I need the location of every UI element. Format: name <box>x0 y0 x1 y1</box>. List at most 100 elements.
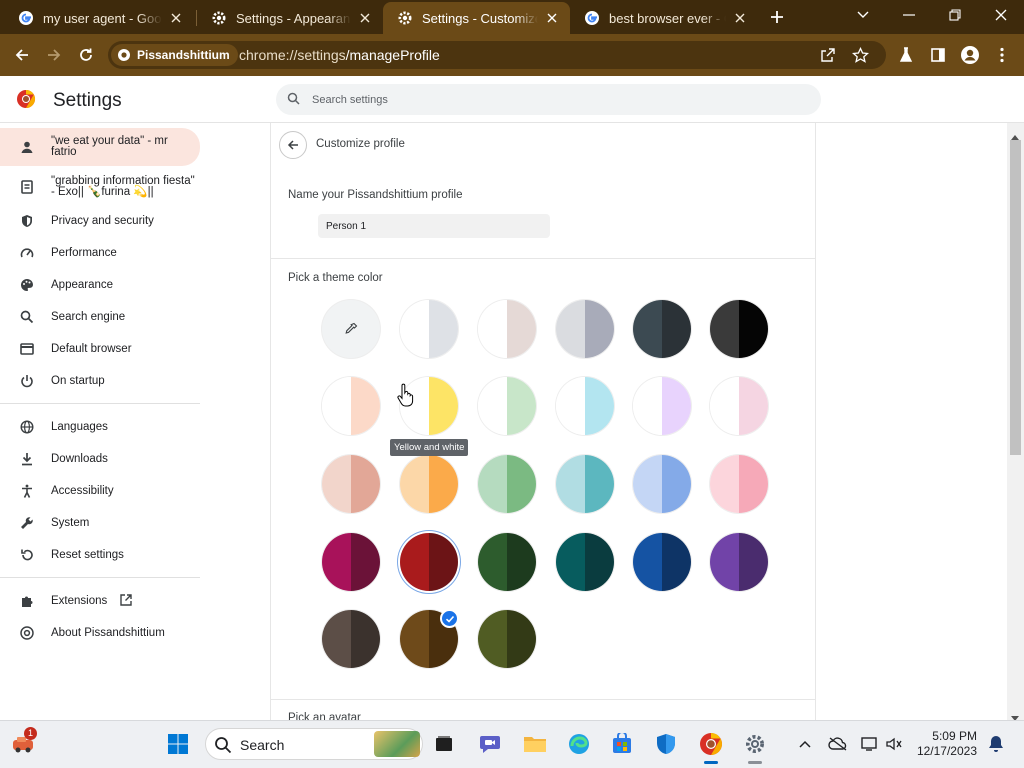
settings-taskbar-button[interactable] <box>742 731 768 757</box>
sidebar-item-label: Languages <box>51 420 108 433</box>
tab-google-search[interactable]: my user agent - Google Search <box>4 2 194 34</box>
sidebar-item-on-startup[interactable]: On startup <box>0 370 200 392</box>
globe-icon <box>19 419 35 435</box>
security-button[interactable] <box>653 731 679 757</box>
url-text[interactable]: chrome://settings/manageProfile <box>239 47 440 63</box>
theme-color-swatch[interactable] <box>322 533 380 591</box>
theme-color-swatch[interactable] <box>478 533 536 591</box>
shield-icon <box>657 734 675 754</box>
close-tab-icon[interactable] <box>732 10 748 26</box>
edge-button[interactable] <box>566 731 592 757</box>
labs-button[interactable] <box>892 41 920 69</box>
show-hidden-icons-button[interactable] <box>793 731 817 757</box>
sidebar-item-downloads[interactable]: Downloads <box>0 448 200 470</box>
theme-color-swatch[interactable] <box>478 377 536 435</box>
theme-color-swatch[interactable] <box>322 610 380 668</box>
theme-color-swatch[interactable] <box>322 455 380 513</box>
sidebar-item-extensions[interactable]: Extensions <box>0 590 200 612</box>
close-tab-icon[interactable] <box>357 10 373 26</box>
theme-color-swatch[interactable] <box>633 533 691 591</box>
site-info-chip[interactable]: Pissandshittium <box>111 44 238 66</box>
wrench-icon <box>19 515 35 531</box>
sidebar-item-search-engine[interactable]: Search engine <box>0 306 200 328</box>
profile-name-input[interactable] <box>318 214 550 238</box>
tab-search-button[interactable] <box>840 0 886 30</box>
onedrive-button[interactable] <box>826 731 850 757</box>
restore-button[interactable] <box>932 0 978 30</box>
scroll-up-icon[interactable] <box>1011 127 1019 145</box>
theme-color-swatch[interactable] <box>710 455 768 513</box>
sidebar-item-label: Privacy and security <box>51 214 154 227</box>
profile-button[interactable] <box>956 41 984 69</box>
theme-color-swatch[interactable] <box>400 455 458 513</box>
side-panel-button[interactable] <box>924 41 952 69</box>
sidebar-item-privacy[interactable]: Privacy and security <box>0 210 200 232</box>
theme-color-swatch[interactable] <box>478 455 536 513</box>
theme-color-swatch[interactable] <box>556 377 614 435</box>
sound-button[interactable] <box>882 731 906 757</box>
gear-icon <box>746 735 764 753</box>
theme-color-swatch[interactable] <box>710 300 768 358</box>
sidebar-item-languages[interactable]: Languages <box>0 416 200 438</box>
sidebar-item-performance[interactable]: Performance <box>0 242 200 264</box>
sidebar-item-reset[interactable]: Reset settings <box>0 544 200 566</box>
theme-color-swatch[interactable] <box>710 377 768 435</box>
tab-settings-customize[interactable]: Settings - Customize profile <box>383 2 570 34</box>
chat-button[interactable] <box>477 731 503 757</box>
file-explorer-button[interactable] <box>522 731 548 757</box>
sidebar-item-autofill[interactable]: "grabbing information fiesta" - Exo|| 🍾f… <box>0 170 200 204</box>
sidebar-item-default-browser[interactable]: Default browser <box>0 338 200 360</box>
display-button[interactable] <box>858 731 882 757</box>
chevron-down-icon <box>857 11 869 18</box>
taskbar-clock[interactable]: 5:09 PM 12/17/2023 <box>905 729 977 759</box>
back-arrow-button[interactable] <box>279 131 307 159</box>
theme-color-swatch[interactable] <box>556 533 614 591</box>
start-button[interactable] <box>165 731 191 757</box>
theme-color-swatch[interactable] <box>400 300 458 358</box>
new-tab-button[interactable] <box>765 5 789 29</box>
notifications-button[interactable] <box>984 731 1008 757</box>
menu-button[interactable] <box>988 41 1016 69</box>
tab-title: best browser ever - Google Search <box>609 10 726 26</box>
search-highlight-image <box>374 731 420 757</box>
task-view-button[interactable] <box>431 731 457 757</box>
sidebar-item-about[interactable]: About Pissandshittium <box>0 622 200 644</box>
reload-button[interactable] <box>72 41 100 69</box>
taskbar-search-label: Search <box>240 737 285 753</box>
theme-color-swatch[interactable] <box>322 377 380 435</box>
theme-tooltip: Yellow and white <box>390 439 469 456</box>
store-button[interactable] <box>609 731 635 757</box>
theme-color-swatch[interactable] <box>633 300 691 358</box>
close-window-button[interactable] <box>978 0 1024 30</box>
store-icon <box>613 733 631 753</box>
tab-best-browser[interactable]: best browser ever - Google Search <box>570 2 758 34</box>
forward-button[interactable] <box>40 41 68 69</box>
browser-taskbar-button[interactable] <box>698 731 724 757</box>
theme-color-swatch[interactable] <box>400 533 458 591</box>
sidebar-item-accessibility[interactable]: Accessibility <box>0 480 200 502</box>
close-tab-icon[interactable] <box>544 10 560 26</box>
google-icon <box>18 10 34 26</box>
theme-color-swatch[interactable] <box>556 455 614 513</box>
theme-color-swatch[interactable] <box>478 610 536 668</box>
theme-color-swatch[interactable] <box>478 300 536 358</box>
back-button[interactable] <box>8 41 36 69</box>
theme-color-swatch[interactable] <box>633 455 691 513</box>
theme-color-swatch[interactable] <box>710 533 768 591</box>
bookmark-button[interactable] <box>846 41 874 69</box>
minimize-button[interactable] <box>886 0 932 30</box>
sidebar-item-appearance[interactable]: Appearance <box>0 274 200 296</box>
custom-color-swatch[interactable] <box>322 300 380 358</box>
settings-search-input[interactable]: Search settings <box>276 84 821 115</box>
theme-color-swatch[interactable] <box>633 377 691 435</box>
hand-cursor-icon <box>396 383 414 407</box>
tab-settings-appearance[interactable]: Settings - Appearance <box>197 2 383 34</box>
side-panel-icon <box>931 48 945 62</box>
sidebar-item-you-and-google[interactable]: "we eat your data" - mr fatrio <box>0 128 200 166</box>
scrollbar-thumb[interactable] <box>1010 140 1021 455</box>
more-vert-icon <box>1000 47 1004 63</box>
sidebar-item-system[interactable]: System <box>0 512 200 534</box>
close-tab-icon[interactable] <box>168 10 184 26</box>
theme-color-swatch[interactable] <box>556 300 614 358</box>
share-button[interactable] <box>814 41 842 69</box>
